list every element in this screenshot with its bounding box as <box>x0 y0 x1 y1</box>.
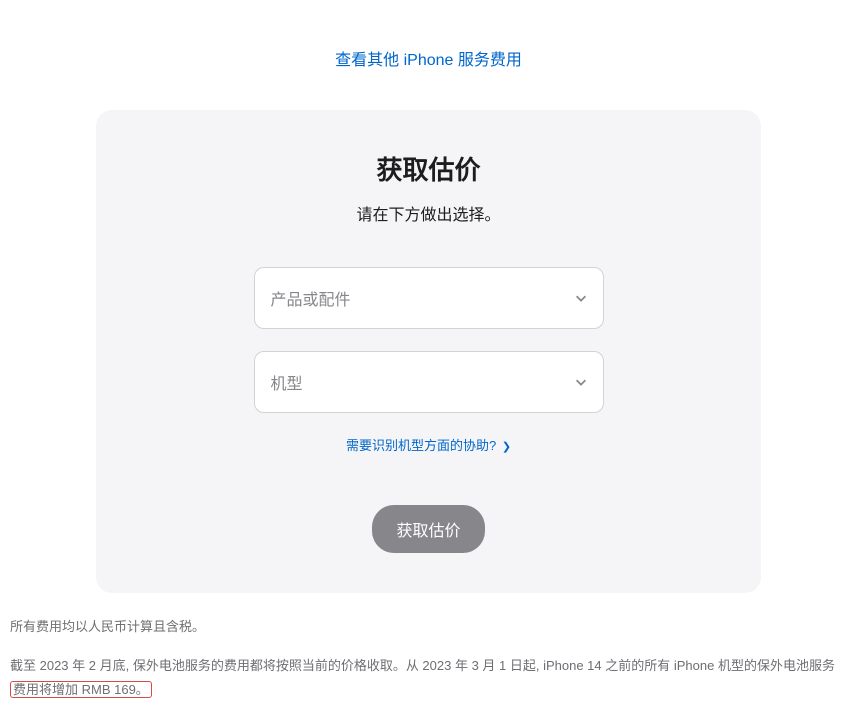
get-estimate-button[interactable]: 获取估价 <box>372 505 484 553</box>
chevron-right-icon: ❯ <box>502 441 511 453</box>
footnote-currency: 所有费用均以人民币计算且含税。 <box>10 615 847 638</box>
model-select[interactable]: 机型 <box>254 351 604 413</box>
footnote: 所有费用均以人民币计算且含税。 截至 2023 年 2 月底, 保外电池服务的费… <box>10 615 847 701</box>
product-select-wrapper: 产品或配件 <box>254 267 604 329</box>
model-select-wrapper: 机型 <box>254 351 604 413</box>
footnote-price-notice: 截至 2023 年 2 月底, 保外电池服务的费用都将按照当前的价格收取。从 2… <box>10 654 847 701</box>
estimate-card: 获取估价 请在下方做出选择。 产品或配件 机型 需要识别机型方面的协助? ❯ <box>96 110 761 593</box>
product-select[interactable]: 产品或配件 <box>254 267 604 329</box>
help-link-text: 需要识别机型方面的协助? <box>346 438 496 453</box>
help-link-wrapper: 需要识别机型方面的协助? ❯ <box>136 435 721 455</box>
highlighted-price-change: 费用将增加 RMB 169。 <box>10 681 152 698</box>
card-title: 获取估价 <box>136 150 721 187</box>
footnote-text-a: 截至 2023 年 2 月底, 保外电池服务的费用都将按照当前的价格收取。从 2… <box>10 658 835 673</box>
identify-model-link[interactable]: 需要识别机型方面的协助? ❯ <box>346 438 511 453</box>
other-services-link[interactable]: 查看其他 iPhone 服务费用 <box>335 52 522 69</box>
card-subtitle: 请在下方做出选择。 <box>136 201 721 225</box>
top-link-wrapper: 查看其他 iPhone 服务费用 <box>10 0 847 100</box>
